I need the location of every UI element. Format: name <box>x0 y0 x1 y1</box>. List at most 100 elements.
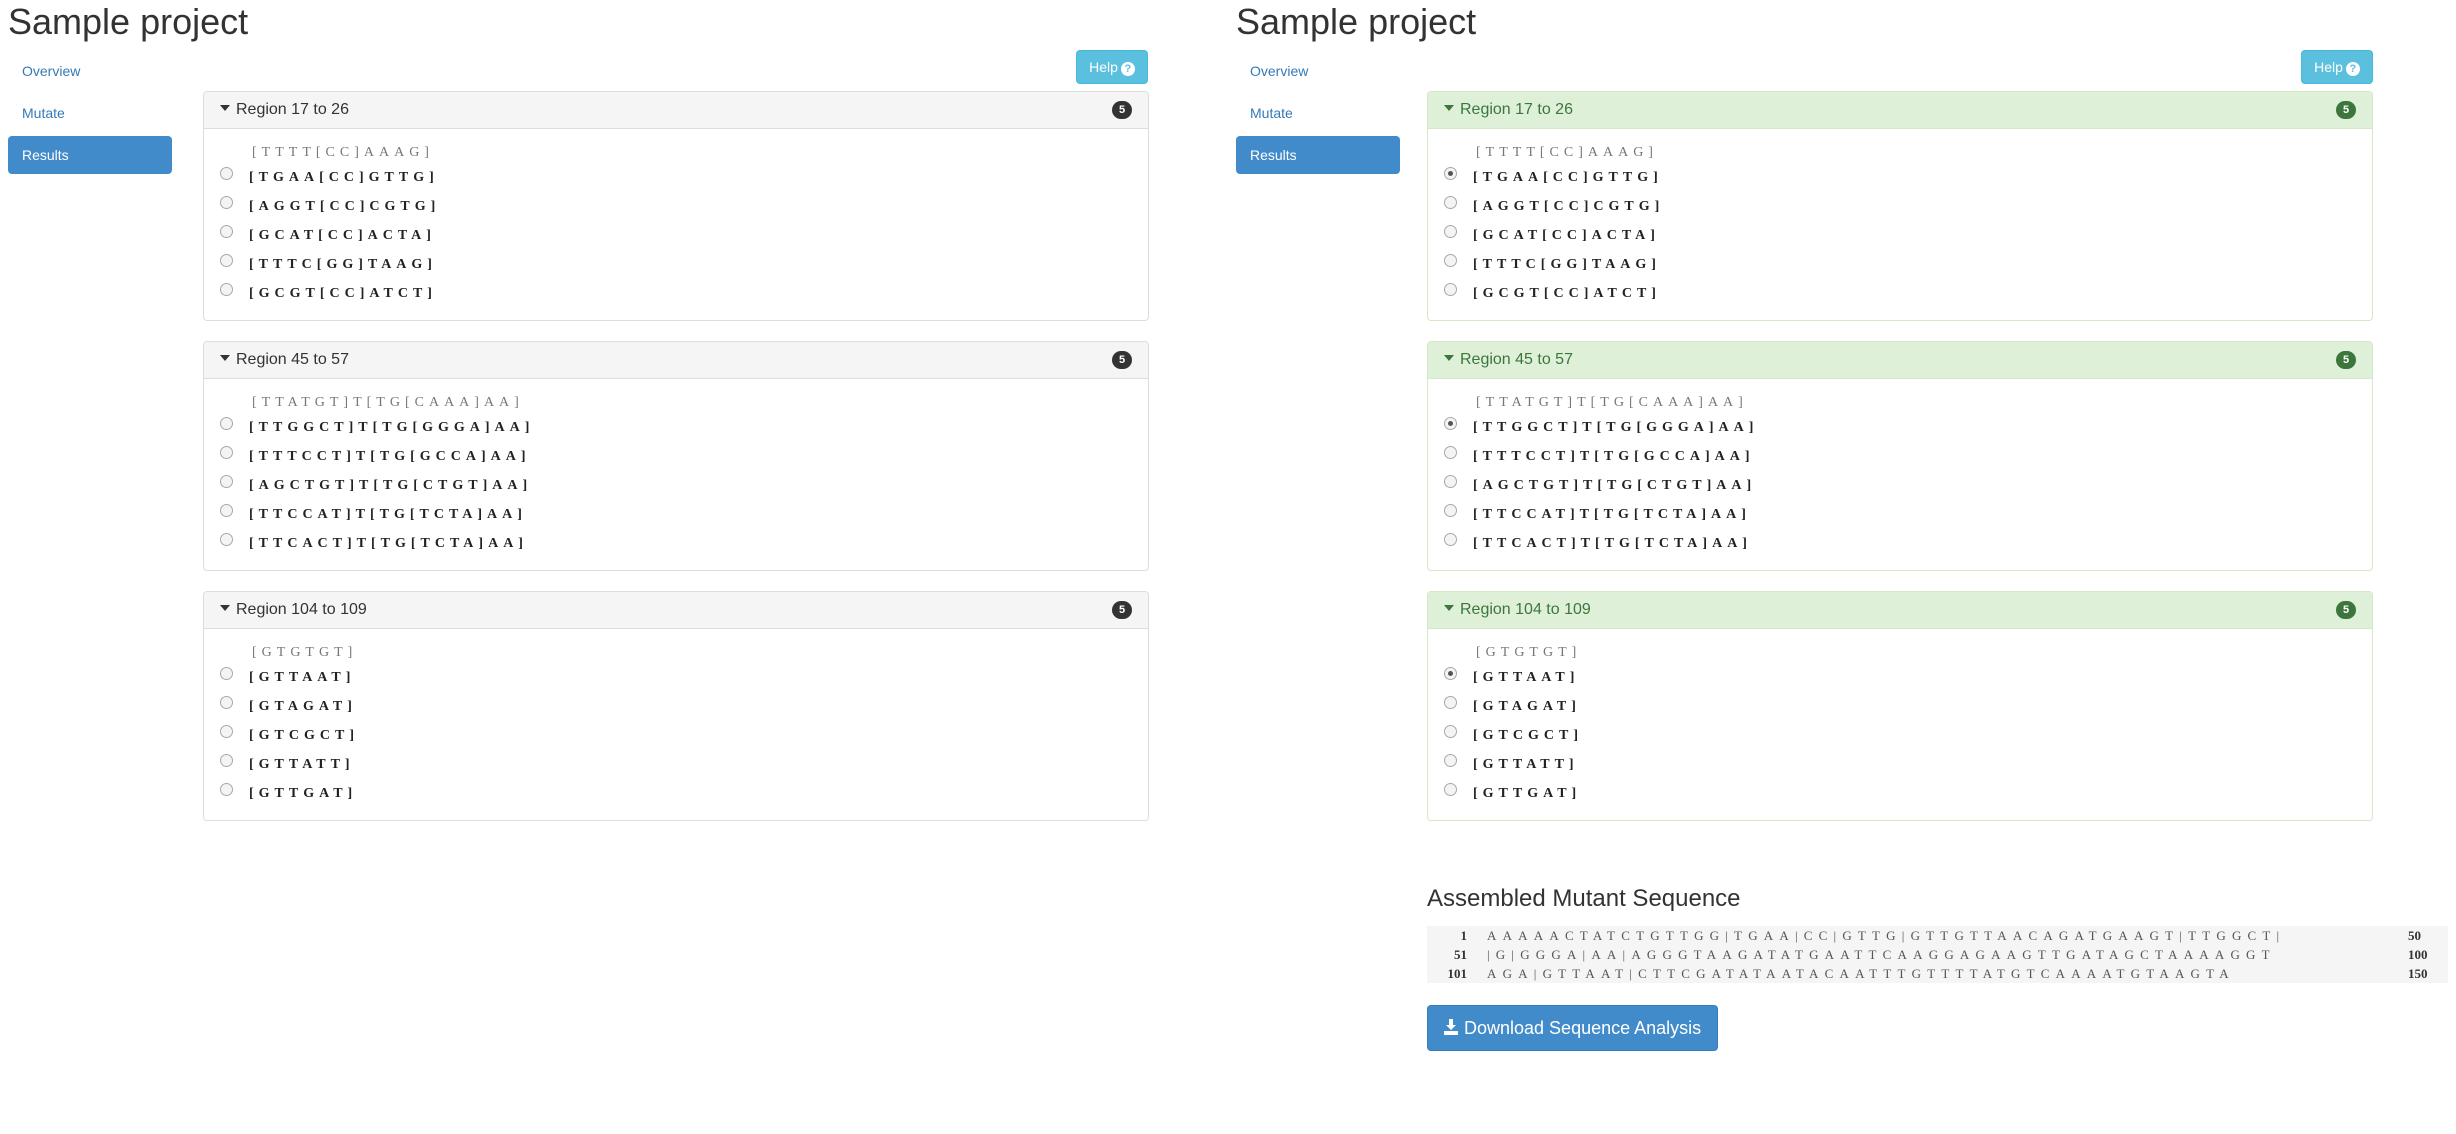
assembled-sequence-section: Assembled Mutant Sequence 1 AAAAACTATCTG… <box>1427 884 2448 1051</box>
line-end: 50 <box>2408 927 2421 943</box>
page-title: Sample project <box>8 1 249 42</box>
option-radio[interactable] <box>220 417 233 430</box>
option-radio[interactable] <box>1444 446 1457 459</box>
option-row: [TTCCAT]T[TG[TCTA]AA] <box>1444 500 2356 529</box>
option-row: [AGCTGT]T[TG[CTGT]AA] <box>1444 471 2356 500</box>
option-row: [TTCACT]T[TG[TCTA]AA] <box>220 529 1132 558</box>
line-start: 101 <box>1447 965 1468 981</box>
nav-overview[interactable]: Overview <box>8 52 172 90</box>
region-panel: Region 104 to 109 5 [GTGTGT] [GTTAAT] [G… <box>1427 591 2373 821</box>
option-radio[interactable] <box>1444 254 1457 267</box>
results-pane-unselected: Sample project Overview Mutate Results H… <box>0 0 1220 1134</box>
option-count-badge: 5 <box>2336 101 2356 119</box>
results-pane-selected: Sample project Overview Mutate Results H… <box>1228 0 2448 1134</box>
line-end: 100 <box>2408 946 2428 962</box>
option-radio[interactable] <box>220 504 233 517</box>
help-label: Help <box>2314 59 2343 75</box>
option-radio[interactable] <box>220 533 233 546</box>
option-radio[interactable] <box>220 167 233 180</box>
option-radio[interactable] <box>1444 283 1457 296</box>
region-heading[interactable]: Region 17 to 26 5 <box>204 92 1148 129</box>
option-sequence: [GTAGAT] <box>1473 698 1581 714</box>
option-radio[interactable] <box>220 725 233 738</box>
option-sequence: [GTCGCT] <box>1473 727 1583 743</box>
option-radio[interactable] <box>220 196 233 209</box>
region-heading[interactable]: Region 45 to 57 5 <box>1428 342 2372 379</box>
option-radio[interactable] <box>1444 225 1457 238</box>
option-radio[interactable] <box>220 283 233 296</box>
option-sequence: [GTTGAT] <box>249 785 358 801</box>
option-row: [AGGT[CC]CGTG] <box>1444 192 2356 221</box>
option-radio[interactable] <box>220 696 233 709</box>
nav-results[interactable]: Results <box>1236 136 1400 174</box>
nav-mutate[interactable]: Mutate <box>1236 94 1400 132</box>
original-sequence: [TTATGT]T[TG[CAAA]AA] <box>252 395 524 410</box>
option-radio[interactable] <box>1444 725 1457 738</box>
option-radio[interactable] <box>220 475 233 488</box>
option-sequence: [TTTC[GG]TAAG] <box>1473 256 1661 272</box>
option-radio[interactable] <box>1444 196 1457 209</box>
line-bases: AGA|GTTAAT|CTTCGATATAATACAATTTGTTTTATGTC… <box>1487 965 2235 981</box>
option-sequence: [AGCTGT]T[TG[CTGT]AA] <box>1473 477 1757 493</box>
option-row: [TGAA[CC]GTTG] <box>1444 163 2356 192</box>
option-row: [GTTAAT] <box>1444 663 2356 692</box>
region-label: Region 104 to 109 <box>1460 601 1591 618</box>
option-radio-selected[interactable] <box>1444 167 1457 180</box>
option-row: [GTTGAT] <box>220 779 1132 808</box>
original-sequence: [TTTT[CC]AAAG] <box>1476 145 1658 160</box>
option-row: [GCGT[CC]ATCT] <box>1444 279 2356 308</box>
option-radio[interactable] <box>1444 504 1457 517</box>
download-sequence-analysis-button[interactable]: Download Sequence Analysis <box>1427 1005 1719 1051</box>
option-radio[interactable] <box>220 754 233 767</box>
sequence-line: 101 AGA|GTTAAT|CTTCGATATAATACAATTTGTTTTA… <box>1427 964 2448 983</box>
option-row: [TTTC[GG]TAAG] <box>1444 250 2356 279</box>
region-heading[interactable]: Region 17 to 26 5 <box>1428 92 2372 129</box>
option-radio[interactable] <box>220 446 233 459</box>
option-radio[interactable] <box>1444 783 1457 796</box>
regions-list: Region 17 to 26 5 [TTTT[CC]AAAG] [TGAA[C… <box>203 91 1149 841</box>
sequence-table: 1 AAAAACTATCTGTTGG|TGAA|CC|GTTG|GTTGTTAA… <box>1427 926 2448 983</box>
option-radio-selected[interactable] <box>1444 667 1457 680</box>
option-radio[interactable] <box>220 225 233 238</box>
option-sequence: [GTTATT] <box>249 756 355 772</box>
option-radio[interactable] <box>1444 533 1457 546</box>
option-sequence: [GCAT[CC]ACTA] <box>249 227 436 243</box>
original-sequence: [GTGTGT] <box>252 645 358 660</box>
option-radio[interactable] <box>1444 754 1457 767</box>
option-sequence: [TTCCAT]T[TG[TCTA]AA] <box>249 506 527 522</box>
region-label: Region 17 to 26 <box>236 101 349 118</box>
option-sequence: [GTTGAT] <box>1473 785 1582 801</box>
sidebar-nav: Overview Mutate Results <box>8 52 172 178</box>
original-sequence: [TTATGT]T[TG[CAAA]AA] <box>1476 395 1748 410</box>
option-radio[interactable] <box>220 667 233 680</box>
option-sequence: [TGAA[CC]GTTG] <box>249 169 439 185</box>
nav-overview[interactable]: Overview <box>1236 52 1400 90</box>
option-row: [GTTATT] <box>220 750 1132 779</box>
option-row: [GTAGAT] <box>220 692 1132 721</box>
help-button[interactable]: Help? <box>1076 50 1148 84</box>
option-radio[interactable] <box>1444 475 1457 488</box>
nav-mutate[interactable]: Mutate <box>8 94 172 132</box>
option-sequence: [TTTC[GG]TAAG] <box>249 256 437 272</box>
caret-down-icon <box>1444 605 1454 611</box>
option-row: [GTAGAT] <box>1444 692 2356 721</box>
option-row: [TTGGCT]T[TG[GGGA]AA] <box>1444 413 2356 442</box>
option-row: [TGAA[CC]GTTG] <box>220 163 1132 192</box>
option-sequence: [TTTCCT]T[TG[GCCA]AA] <box>249 448 531 464</box>
option-radio[interactable] <box>220 254 233 267</box>
option-radio[interactable] <box>1444 696 1457 709</box>
option-radio-selected[interactable] <box>1444 417 1457 430</box>
region-heading[interactable]: Region 45 to 57 5 <box>204 342 1148 379</box>
region-heading[interactable]: Region 104 to 109 5 <box>204 592 1148 629</box>
option-sequence: [TTGGCT]T[TG[GGGA]AA] <box>249 419 535 435</box>
option-row: [TTTCCT]T[TG[GCCA]AA] <box>1444 442 2356 471</box>
region-heading[interactable]: Region 104 to 109 5 <box>1428 592 2372 629</box>
nav-results[interactable]: Results <box>8 136 172 174</box>
option-sequence: [GTTATT] <box>1473 756 1579 772</box>
option-sequence: [GCGT[CC]ATCT] <box>249 285 437 301</box>
line-start: 51 <box>1454 946 1467 962</box>
option-radio[interactable] <box>220 783 233 796</box>
help-button[interactable]: Help? <box>2301 50 2373 84</box>
option-sequence: [AGCTGT]T[TG[CTGT]AA] <box>249 477 533 493</box>
sequence-line: 1 AAAAACTATCTGTTGG|TGAA|CC|GTTG|GTTGTTAA… <box>1427 926 2448 945</box>
